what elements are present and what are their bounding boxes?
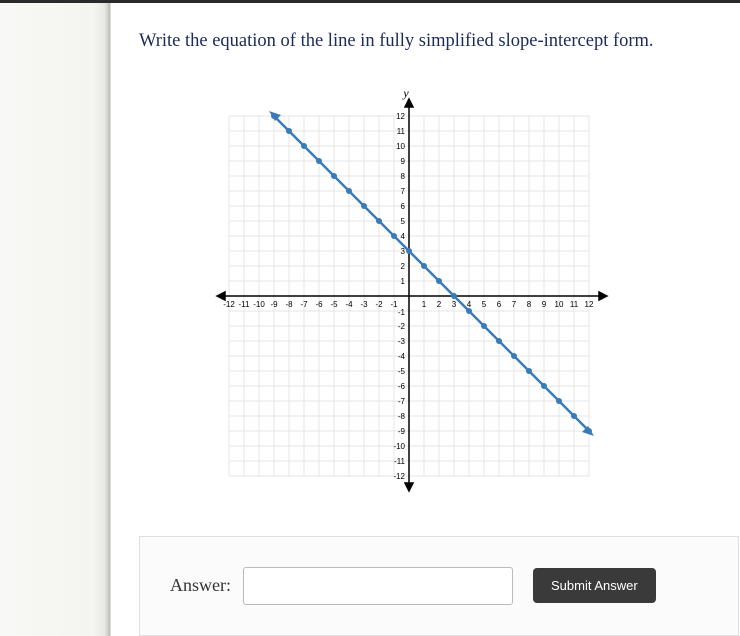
- svg-text:7: 7: [512, 300, 517, 309]
- svg-text:-9: -9: [270, 300, 278, 309]
- svg-text:5: 5: [482, 300, 487, 309]
- svg-text:11: 11: [397, 127, 406, 136]
- svg-text:-6: -6: [315, 300, 323, 309]
- svg-text:6: 6: [401, 202, 406, 211]
- svg-text:-2: -2: [398, 322, 406, 331]
- svg-text:3: 3: [452, 300, 457, 309]
- svg-text:11: 11: [570, 300, 579, 309]
- svg-text:7: 7: [401, 187, 406, 196]
- svg-text:1: 1: [401, 277, 406, 286]
- svg-text:-10: -10: [253, 300, 265, 309]
- svg-text:-3: -3: [398, 337, 406, 346]
- svg-text:-11: -11: [239, 300, 251, 309]
- plotted-line: [269, 111, 594, 436]
- answer-box: Answer: Submit Answer: [139, 536, 739, 636]
- svg-text:10: 10: [555, 300, 564, 309]
- svg-text:-1: -1: [398, 308, 406, 317]
- answer-label: Answer:: [170, 575, 231, 596]
- svg-text:8: 8: [527, 300, 532, 309]
- svg-text:-10: -10: [393, 442, 405, 451]
- svg-text:9: 9: [401, 157, 406, 166]
- svg-text:-8: -8: [285, 300, 293, 309]
- graph-svg: x y -12 -11 -10 -9 -8 -7 -6 -5 -4 -3 -2 …: [209, 91, 609, 501]
- axes: [217, 99, 607, 491]
- svg-text:12: 12: [585, 300, 594, 309]
- svg-text:4: 4: [401, 232, 406, 241]
- svg-text:-6: -6: [398, 382, 406, 391]
- svg-text:5: 5: [401, 217, 406, 226]
- svg-text:-12: -12: [393, 472, 405, 481]
- svg-text:9: 9: [542, 300, 547, 309]
- svg-text:-5: -5: [398, 367, 406, 376]
- svg-text:2: 2: [437, 300, 442, 309]
- svg-text:-4: -4: [345, 300, 353, 309]
- svg-text:8: 8: [401, 172, 406, 181]
- svg-text:6: 6: [497, 300, 502, 309]
- svg-text:-3: -3: [360, 300, 368, 309]
- answer-input[interactable]: [243, 567, 513, 605]
- svg-text:-2: -2: [375, 300, 383, 309]
- y-axis-label: y: [402, 91, 409, 100]
- svg-text:-5: -5: [330, 300, 338, 309]
- svg-text:4: 4: [467, 300, 472, 309]
- svg-text:1: 1: [422, 300, 427, 309]
- svg-text:12: 12: [396, 112, 405, 121]
- coordinate-graph: x y -12 -11 -10 -9 -8 -7 -6 -5 -4 -3 -2 …: [209, 91, 609, 501]
- svg-text:-8: -8: [398, 412, 406, 421]
- svg-text:2: 2: [401, 262, 406, 271]
- question-text: Write the equation of the line in fully …: [139, 28, 740, 56]
- svg-text:-12: -12: [223, 300, 235, 309]
- submit-button[interactable]: Submit Answer: [533, 568, 656, 603]
- svg-text:-11: -11: [394, 457, 406, 466]
- svg-text:-7: -7: [300, 300, 308, 309]
- main-content: Write the equation of the line in fully …: [110, 3, 740, 636]
- svg-text:10: 10: [396, 142, 405, 151]
- svg-text:-7: -7: [398, 397, 406, 406]
- svg-text:-9: -9: [398, 427, 406, 436]
- page-edge-sidebar: [0, 3, 110, 636]
- svg-text:-4: -4: [398, 352, 406, 361]
